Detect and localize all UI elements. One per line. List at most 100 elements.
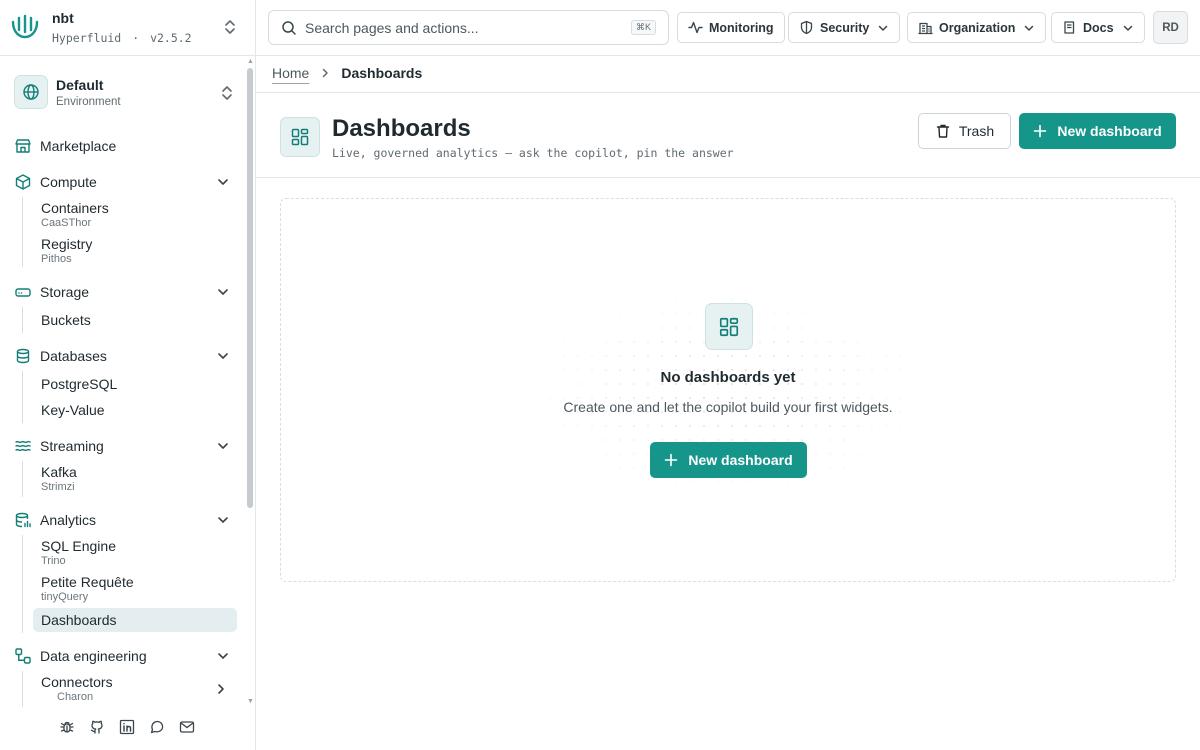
sidebar-item-marketplace[interactable]: Marketplace <box>14 132 240 160</box>
sidebar-item-label: Dashboards <box>41 612 117 628</box>
sidebar-scrollbar-thumb[interactable] <box>247 68 253 508</box>
sidebar-item-label: Registry <box>41 236 93 252</box>
brand-name: nbt <box>52 10 74 26</box>
docs-dropdown[interactable]: Docs <box>1051 12 1145 43</box>
sidebar-item-hint: CaaSThor <box>41 217 92 229</box>
chevrons-up-down-icon[interactable] <box>220 84 234 102</box>
sidebar-item-label: Petite Requête <box>41 574 134 590</box>
globe-icon <box>14 75 48 109</box>
chevron-right-icon[interactable] <box>214 682 225 696</box>
sidebar-item-hint: Strimzi <box>41 481 75 493</box>
sidebar-item-dashboards[interactable]: Dashboards <box>41 612 117 628</box>
sidebar-group-label: Data engineering <box>40 648 147 664</box>
page-subtitle: Live, governed analytics — ask the copil… <box>332 146 734 160</box>
sidebar-group-databases[interactable]: Databases <box>14 342 240 370</box>
sidebar-item-buckets[interactable]: Buckets <box>41 312 91 328</box>
linkedin-icon[interactable] <box>118 718 136 736</box>
sidebar-group-data-engineering[interactable]: Data engineering <box>14 642 240 670</box>
shield-icon <box>799 20 814 35</box>
empty-state-subtitle: Create one and let the copilot build you… <box>563 399 893 415</box>
monitoring-button[interactable]: Monitoring <box>677 12 785 43</box>
tree-line <box>22 535 23 633</box>
sidebar-item-registry[interactable]: Registry Pithos <box>41 236 92 266</box>
monitoring-label: Monitoring <box>709 20 774 35</box>
sidebar-item-label: Buckets <box>41 312 91 328</box>
chevron-down-icon[interactable] <box>216 175 230 189</box>
new-dashboard-button[interactable]: New dashboard <box>1019 113 1176 149</box>
database-icon <box>14 347 32 365</box>
sidebar-item-containers[interactable]: Containers CaaSThor <box>41 200 109 230</box>
security-label: Security <box>820 20 870 35</box>
page-title: Dashboards <box>332 115 471 142</box>
sidebar-item-hint: Trino <box>41 555 66 567</box>
hyperfluid-logo <box>11 14 39 38</box>
chevron-down-icon <box>1122 22 1134 34</box>
layout-dashboard-icon <box>705 303 753 350</box>
tree-line <box>22 307 23 333</box>
mail-icon[interactable] <box>178 718 196 736</box>
scroll-down-arrow-icon[interactable]: ▼ <box>247 698 254 705</box>
search-shortcut: ⌘K <box>630 20 656 35</box>
breadcrumb: Home Dashboards <box>272 65 422 81</box>
sidebar-item-label: SQL Engine <box>41 538 116 554</box>
message-circle-icon[interactable] <box>148 718 166 736</box>
database-chart-icon <box>14 511 32 529</box>
tree-line <box>22 671 23 707</box>
environment-switcher[interactable]: Default Environment <box>14 74 240 110</box>
brand-header[interactable]: nbt Hyperfluid · v2.5.2 <box>0 0 255 56</box>
brand-separator: · <box>132 31 140 45</box>
chevron-down-icon[interactable] <box>216 513 230 527</box>
product-version: v2.5.2 <box>150 31 192 45</box>
search-input[interactable]: Search pages and actions... ⌘K <box>268 10 669 45</box>
plus-icon <box>664 453 678 467</box>
sidebar-item-key-value[interactable]: Key-Value <box>41 402 105 418</box>
github-icon[interactable] <box>88 718 106 736</box>
chevrons-up-down-icon[interactable] <box>223 18 237 36</box>
plus-icon <box>1033 124 1047 138</box>
store-icon <box>14 137 32 155</box>
scroll-up-arrow-icon[interactable]: ▲ <box>247 58 254 65</box>
empty-state-title: No dashboards yet <box>660 369 796 386</box>
sidebar-item-kafka[interactable]: Kafka Strimzi <box>41 464 77 494</box>
tree-line <box>22 461 23 497</box>
tree-line <box>22 197 23 267</box>
empty-new-dashboard-button[interactable]: New dashboard <box>650 442 807 478</box>
search-placeholder: Search pages and actions... <box>305 19 479 36</box>
environment-label: Environment <box>56 95 121 108</box>
sidebar-item-hint: Charon <box>57 691 94 703</box>
chevron-down-icon[interactable] <box>216 649 230 663</box>
divider <box>256 177 1200 178</box>
tree-line <box>22 371 23 423</box>
box-icon <box>14 173 32 191</box>
chevron-down-icon[interactable] <box>216 439 230 453</box>
sidebar-item-postgresql[interactable]: PostgreSQL <box>41 376 117 392</box>
chevron-down-icon <box>877 22 889 34</box>
breadcrumb-current: Dashboards <box>341 65 423 81</box>
sidebar-item-sql-engine[interactable]: SQL Engine Trino <box>41 538 116 568</box>
organization-dropdown[interactable]: Organization <box>907 12 1047 43</box>
bug-icon[interactable] <box>58 718 76 736</box>
sidebar-item-connectors[interactable]: Connectors Charon <box>41 674 113 704</box>
sidebar-item-petite-requete[interactable]: Petite Requête tinyQuery <box>41 574 134 604</box>
sidebar-group-analytics[interactable]: Analytics <box>14 506 240 534</box>
breadcrumb-home-link[interactable]: Home <box>272 65 309 81</box>
activity-icon <box>688 20 703 35</box>
chevron-down-icon <box>1023 22 1035 34</box>
chevron-down-icon[interactable] <box>216 285 230 299</box>
sidebar: nbt Hyperfluid · v2.5.2 Default Environm… <box>0 0 256 750</box>
user-avatar[interactable]: RD <box>1153 11 1188 44</box>
waves-icon <box>14 437 32 455</box>
sidebar-item-label: Key-Value <box>41 402 105 418</box>
layout-dashboard-icon <box>280 117 320 157</box>
organization-label: Organization <box>939 20 1016 35</box>
workflow-icon <box>14 647 32 665</box>
trash-icon <box>935 123 951 139</box>
security-dropdown[interactable]: Security <box>788 12 901 43</box>
chevron-down-icon[interactable] <box>216 349 230 363</box>
sidebar-group-label: Databases <box>40 348 107 364</box>
sidebar-group-compute[interactable]: Compute <box>14 168 240 196</box>
trash-button[interactable]: Trash <box>918 113 1011 149</box>
sidebar-group-storage[interactable]: Storage <box>14 278 240 306</box>
hard-drive-icon <box>14 283 32 301</box>
sidebar-group-streaming[interactable]: Streaming <box>14 432 240 460</box>
